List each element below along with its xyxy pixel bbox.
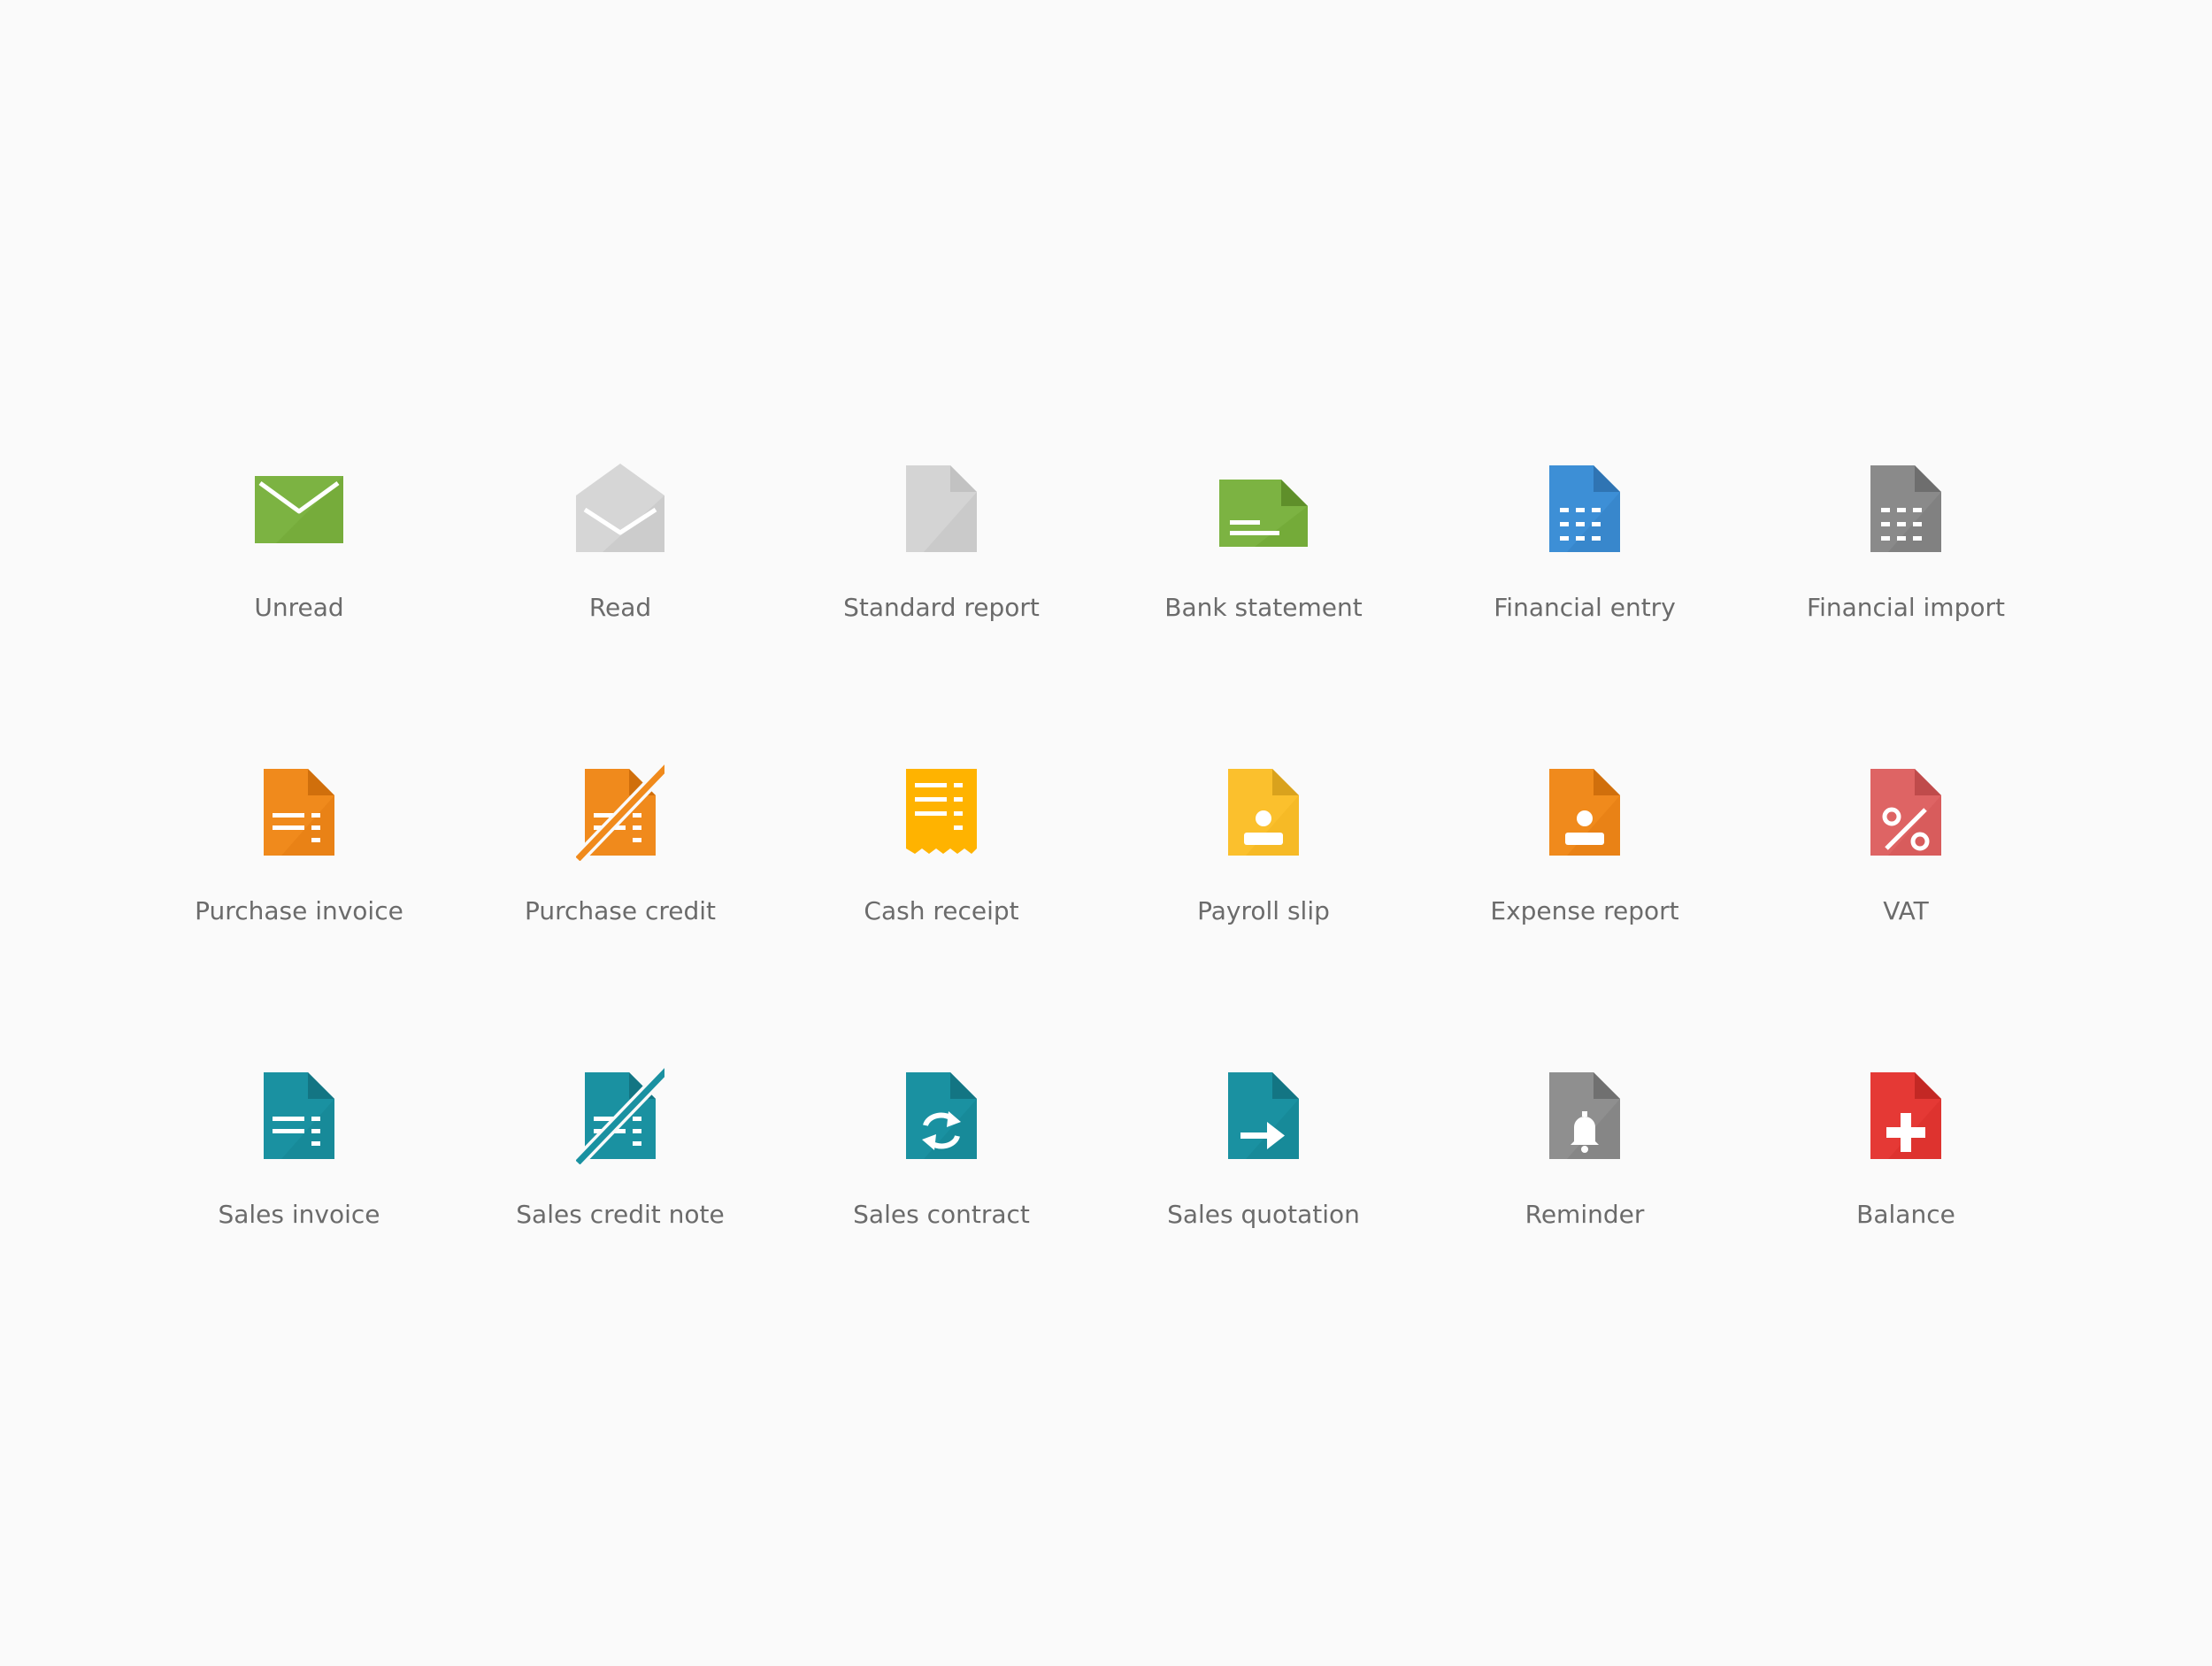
icon-tile-unread: Unread: [140, 460, 458, 672]
blank-document-icon: [897, 460, 986, 557]
icon-tile-expense-report: Expense report: [1425, 764, 1744, 976]
envelope-closed-icon: [255, 460, 343, 557]
repeat-document-icon: [897, 1067, 986, 1164]
icon-label: Financial import: [1807, 593, 2005, 622]
icon-label: Sales invoice: [218, 1200, 380, 1229]
invoice-lines-icon: [255, 764, 343, 861]
icon-tile-purchase-invoice: Purchase invoice: [140, 764, 458, 976]
icon-tile-sales-contract: Sales contract: [782, 1067, 1101, 1279]
icon-label: Cash receipt: [864, 896, 1019, 925]
icon-label: Payroll slip: [1197, 896, 1330, 925]
icon-label: Financial entry: [1494, 593, 1676, 622]
invoice-struck-icon: [576, 764, 664, 861]
icon-tile-read: Read: [461, 460, 780, 672]
arrow-document-icon: [1219, 1067, 1308, 1164]
person-document-icon: [1540, 764, 1629, 861]
envelope-open-icon: [576, 460, 664, 557]
receipt-icon: [897, 764, 986, 861]
icon-label: Sales contract: [853, 1200, 1030, 1229]
icon-row: Purchase invoice Purchase credit Cash re…: [0, 764, 2212, 994]
icon-tile-vat: VAT: [1747, 764, 2065, 976]
icon-tile-financial-import: Financial import: [1747, 460, 2065, 672]
icon-label: Sales quotation: [1167, 1200, 1360, 1229]
percent-document-icon: [1862, 764, 1950, 861]
icon-tile-financial-entry: Financial entry: [1425, 460, 1744, 672]
invoice-lines-icon: [255, 1067, 343, 1164]
icon-row: Sales invoice Sales credit note Sales co…: [0, 1067, 2212, 1297]
icon-label: Read: [588, 593, 652, 622]
icon-row: Unread Read Standard report Bank stateme…: [0, 460, 2212, 690]
person-document-icon: [1219, 764, 1308, 861]
bank-statement-icon: [1219, 460, 1308, 557]
icon-label: Reminder: [1525, 1200, 1645, 1229]
icon-label: Purchase credit: [524, 896, 717, 925]
icon-tile-sales-quotation: Sales quotation: [1104, 1067, 1423, 1279]
icon-label: Balance: [1856, 1200, 1955, 1229]
document-type-icon-grid: Unread Read Standard report Bank stateme…: [0, 0, 2212, 1666]
icon-tile-sales-invoice: Sales invoice: [140, 1067, 458, 1279]
invoice-struck-icon: [576, 1067, 664, 1164]
icon-label: Sales credit note: [516, 1200, 725, 1229]
icon-tile-balance: Balance: [1747, 1067, 2065, 1279]
icon-tile-reminder: Reminder: [1425, 1067, 1744, 1279]
icon-tile-sales-credit-note: Sales credit note: [461, 1067, 780, 1279]
icon-label: Expense report: [1490, 896, 1679, 925]
icon-tile-bank-statement: Bank statement: [1104, 460, 1423, 672]
icon-label: Purchase invoice: [195, 896, 403, 925]
icon-label: Bank statement: [1164, 593, 1363, 622]
plus-document-icon: [1862, 1067, 1950, 1164]
icon-tile-cash-receipt: Cash receipt: [782, 764, 1101, 976]
icon-label: Unread: [254, 593, 344, 622]
ledger-grid-icon: [1540, 460, 1629, 557]
icon-tile-payroll-slip: Payroll slip: [1104, 764, 1423, 976]
icon-label: VAT: [1883, 896, 1929, 925]
icon-label: Standard report: [843, 593, 1040, 622]
icon-tile-standard-report: Standard report: [782, 460, 1101, 672]
ledger-grid-icon: [1862, 460, 1950, 557]
icon-tile-purchase-credit: Purchase credit: [461, 764, 780, 976]
bell-document-icon: [1540, 1067, 1629, 1164]
